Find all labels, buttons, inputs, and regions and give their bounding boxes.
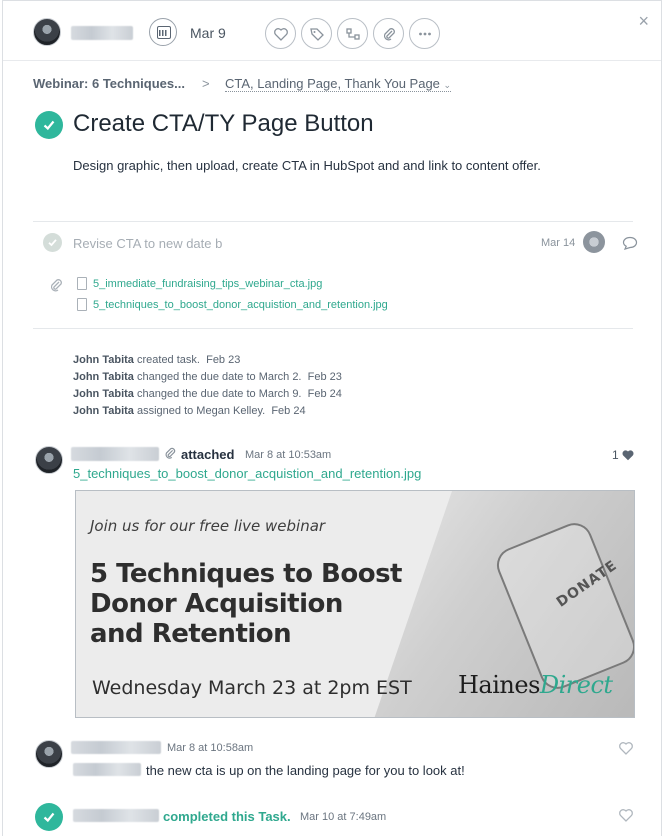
logo-text: Haines: [458, 671, 540, 699]
assignee-name-redacted[interactable]: [71, 26, 133, 40]
activity-date: Feb 23: [307, 371, 342, 383]
heart-icon[interactable]: [618, 807, 634, 823]
banner-headline-line: and Retention: [90, 619, 292, 649]
task-description[interactable]: Design graphic, then upload, create CTA …: [73, 158, 541, 173]
attachment-icon: [383, 27, 395, 40]
task-toolbar: Mar 9 ×: [3, 1, 661, 61]
mention-redacted[interactable]: [73, 763, 141, 776]
subtask-complete-button[interactable]: [43, 233, 62, 252]
heart-icon: [273, 27, 288, 41]
activity-action: changed the due date to March 9.: [136, 388, 302, 400]
comment-verb: attached: [181, 447, 235, 462]
breadcrumb-tags-label: CTA, Landing Page, Thank You Page: [225, 76, 440, 91]
attachment-icon: [165, 447, 176, 459]
banner-date: Wednesday March 23 at 2pm EST: [92, 677, 412, 699]
attachment-icon: [50, 279, 62, 292]
tag-button[interactable]: [301, 18, 332, 49]
comment-body[interactable]: the new cta is up on the landing page fo…: [146, 763, 465, 778]
breadcrumb-tags[interactable]: CTA, Landing Page, Thank You Page ⌄: [225, 76, 452, 92]
checkmark-icon: [43, 120, 55, 131]
banner-headline-line: 5 Techniques to Boost: [90, 559, 402, 589]
commenter-avatar[interactable]: [35, 740, 63, 768]
activity-item: John Tabita changed the due date to Marc…: [73, 386, 342, 403]
attachment-filename[interactable]: 5_techniques_to_boost_donor_acquistion_a…: [93, 299, 388, 311]
activity-user[interactable]: John Tabita: [73, 354, 134, 366]
logo-text-accent: Direct: [539, 671, 613, 699]
activity-action: created task.: [136, 354, 200, 366]
activity-date: Feb 23: [206, 354, 241, 366]
commenter-avatar[interactable]: [35, 446, 63, 474]
attached-file-link[interactable]: 5_techniques_to_boost_donor_acquistion_a…: [73, 466, 421, 481]
subtask-icon: [345, 27, 360, 40]
chevron-down-icon: ⌄: [443, 80, 452, 90]
divider: [33, 221, 633, 222]
subtask-assignee-avatar[interactable]: [583, 231, 605, 253]
file-icon: [77, 298, 87, 311]
activity-item: John Tabita created task. Feb 23: [73, 352, 240, 369]
checkmark-icon: [43, 812, 55, 823]
comment-timestamp[interactable]: Mar 8 at 10:58am: [167, 742, 253, 754]
completed-badge: [35, 803, 63, 831]
activity-user[interactable]: John Tabita: [73, 388, 134, 400]
task-title[interactable]: Create CTA/TY Page Button: [73, 110, 374, 138]
breadcrumb-project[interactable]: Webinar: 6 Techniques...: [33, 76, 185, 91]
due-date[interactable]: Mar 9: [190, 25, 226, 41]
completion-timestamp[interactable]: Mar 10 at 7:49am: [300, 811, 386, 823]
calendar-icon[interactable]: [149, 18, 177, 46]
activity-user[interactable]: John Tabita: [73, 405, 134, 417]
activity-date: Feb 24: [307, 388, 342, 400]
haines-direct-logo: HainesDirect: [458, 671, 613, 699]
heart-filled-icon: [622, 450, 634, 461]
banner-headline: 5 Techniques to Boost Donor Acquisition …: [90, 559, 402, 649]
activity-date: Feb 24: [271, 405, 306, 417]
like-button[interactable]: 1: [612, 448, 635, 462]
commenter-name-redacted[interactable]: [71, 741, 161, 754]
close-icon[interactable]: ×: [638, 11, 649, 32]
more-icon: [418, 32, 431, 35]
activity-user[interactable]: John Tabita: [73, 371, 134, 383]
heart-button[interactable]: [265, 18, 296, 49]
divider: [33, 328, 633, 329]
activity-action: changed the due date to March 2.: [136, 371, 302, 383]
subtask-button[interactable]: [337, 18, 368, 49]
subtask-due-date[interactable]: Mar 14: [541, 237, 575, 249]
checkmark-icon: [48, 239, 57, 247]
banner-headline-line: Donor Acquisition: [90, 589, 343, 619]
like-count: 1: [612, 448, 619, 462]
assignee-avatar[interactable]: [33, 18, 61, 46]
tag-icon: [309, 27, 324, 41]
activity-item: John Tabita changed the due date to Marc…: [73, 369, 342, 386]
attachment-link[interactable]: 5_techniques_to_boost_donor_acquistion_a…: [77, 298, 388, 311]
complete-task-button[interactable]: [35, 111, 63, 139]
commenter-name-redacted[interactable]: [71, 447, 159, 461]
task-detail-pane: Mar 9 × Webinar: 6 Techniques... > CTA, …: [2, 0, 662, 836]
more-button[interactable]: [409, 18, 440, 49]
attach-button[interactable]: [373, 18, 404, 49]
comment-timestamp[interactable]: Mar 8 at 10:53am: [245, 449, 331, 461]
heart-icon[interactable]: [618, 740, 634, 756]
banner-intro: Join us for our free live webinar: [90, 517, 326, 535]
activity-item: John Tabita assigned to Megan Kelley. Fe…: [73, 403, 306, 420]
completer-name-redacted[interactable]: [73, 809, 159, 822]
completion-text: completed this Task.: [163, 809, 291, 824]
file-icon: [77, 277, 87, 290]
comment-icon[interactable]: [622, 235, 638, 251]
subtask-name[interactable]: Revise CTA to new date b: [73, 236, 222, 251]
breadcrumb-separator: >: [202, 76, 210, 91]
activity-action: assigned to Megan Kelley.: [136, 405, 266, 417]
attachment-filename[interactable]: 5_immediate_fundraising_tips_webinar_cta…: [93, 278, 322, 290]
attachment-image-preview[interactable]: DONATE Join us for our free live webinar…: [75, 490, 635, 718]
attachment-link[interactable]: 5_immediate_fundraising_tips_webinar_cta…: [77, 277, 322, 290]
